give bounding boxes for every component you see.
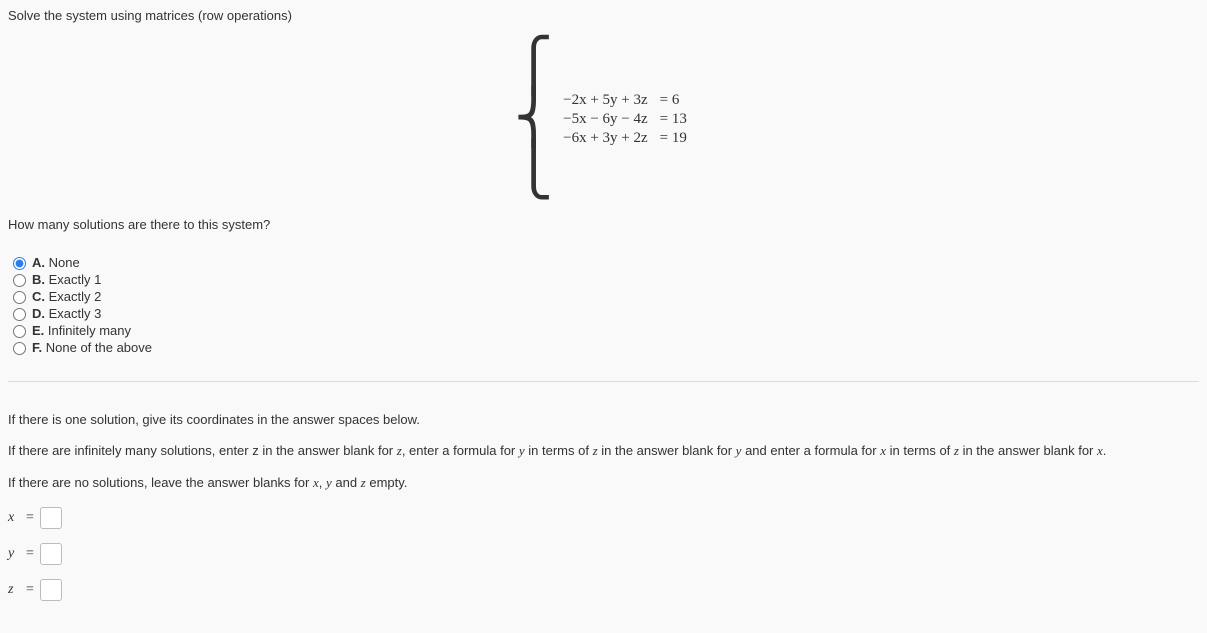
- radio-b[interactable]: [13, 274, 26, 287]
- answer-row-y: y =: [8, 543, 1199, 565]
- answer-input-y[interactable]: [40, 543, 62, 565]
- subquestion: How many solutions are there to this sys…: [8, 217, 1199, 232]
- var-z: z: [8, 582, 20, 598]
- option-label: C. Exactly 2: [32, 289, 101, 304]
- equation-lhs: −6x + 3y + 2z: [557, 129, 654, 148]
- answer-input-z[interactable]: [40, 579, 62, 601]
- instruction-inf-many: If there are infinitely many solutions, …: [8, 443, 1199, 459]
- answer-row-x: x =: [8, 507, 1199, 529]
- question-title: Solve the system using matrices (row ope…: [8, 8, 1199, 23]
- option-b[interactable]: B. Exactly 1: [8, 271, 1199, 287]
- options-group: A. None B. Exactly 1 C. Exactly 2 D. Exa…: [8, 254, 1199, 355]
- option-d[interactable]: D. Exactly 3: [8, 305, 1199, 321]
- option-label: E. Infinitely many: [32, 323, 131, 338]
- instruction-one-solution: If there is one solution, give its coord…: [8, 412, 1199, 427]
- option-label: A. None: [32, 255, 80, 270]
- equals-sign: =: [26, 582, 34, 598]
- equation-rhs: = 6: [654, 91, 693, 110]
- equation-lhs: −2x + 5y + 3z: [557, 91, 654, 110]
- radio-d[interactable]: [13, 308, 26, 321]
- option-label: F. None of the above: [32, 340, 152, 355]
- radio-c[interactable]: [13, 291, 26, 304]
- instruction-no-solutions: If there are no solutions, leave the ans…: [8, 475, 1199, 491]
- equals-sign: =: [26, 546, 34, 562]
- equation-row: −5x − 6y − 4z = 13: [557, 110, 693, 129]
- radio-f[interactable]: [13, 342, 26, 355]
- option-f[interactable]: F. None of the above: [8, 339, 1199, 355]
- left-brace-icon: ⎧⎨⎩: [514, 41, 553, 197]
- divider: [8, 381, 1199, 382]
- answer-row-z: z =: [8, 579, 1199, 601]
- option-label: B. Exactly 1: [32, 272, 101, 287]
- radio-e[interactable]: [13, 325, 26, 338]
- answer-input-x[interactable]: [40, 507, 62, 529]
- equation-lhs: −5x − 6y − 4z: [557, 110, 654, 129]
- option-c[interactable]: C. Exactly 2: [8, 288, 1199, 304]
- option-label: D. Exactly 3: [32, 306, 101, 321]
- equals-sign: =: [26, 510, 34, 526]
- radio-a[interactable]: [13, 257, 26, 270]
- equation-rhs: = 13: [654, 110, 693, 129]
- var-y: y: [8, 546, 20, 562]
- option-e[interactable]: E. Infinitely many: [8, 322, 1199, 338]
- equation-rhs: = 19: [654, 129, 693, 148]
- equation-system: ⎧⎨⎩ −2x + 5y + 3z = 6 −5x − 6y − 4z = 13…: [8, 41, 1199, 197]
- option-a[interactable]: A. None: [8, 254, 1199, 270]
- var-x: x: [8, 510, 20, 526]
- equation-row: −2x + 5y + 3z = 6: [557, 91, 693, 110]
- equation-row: −6x + 3y + 2z = 19: [557, 129, 693, 148]
